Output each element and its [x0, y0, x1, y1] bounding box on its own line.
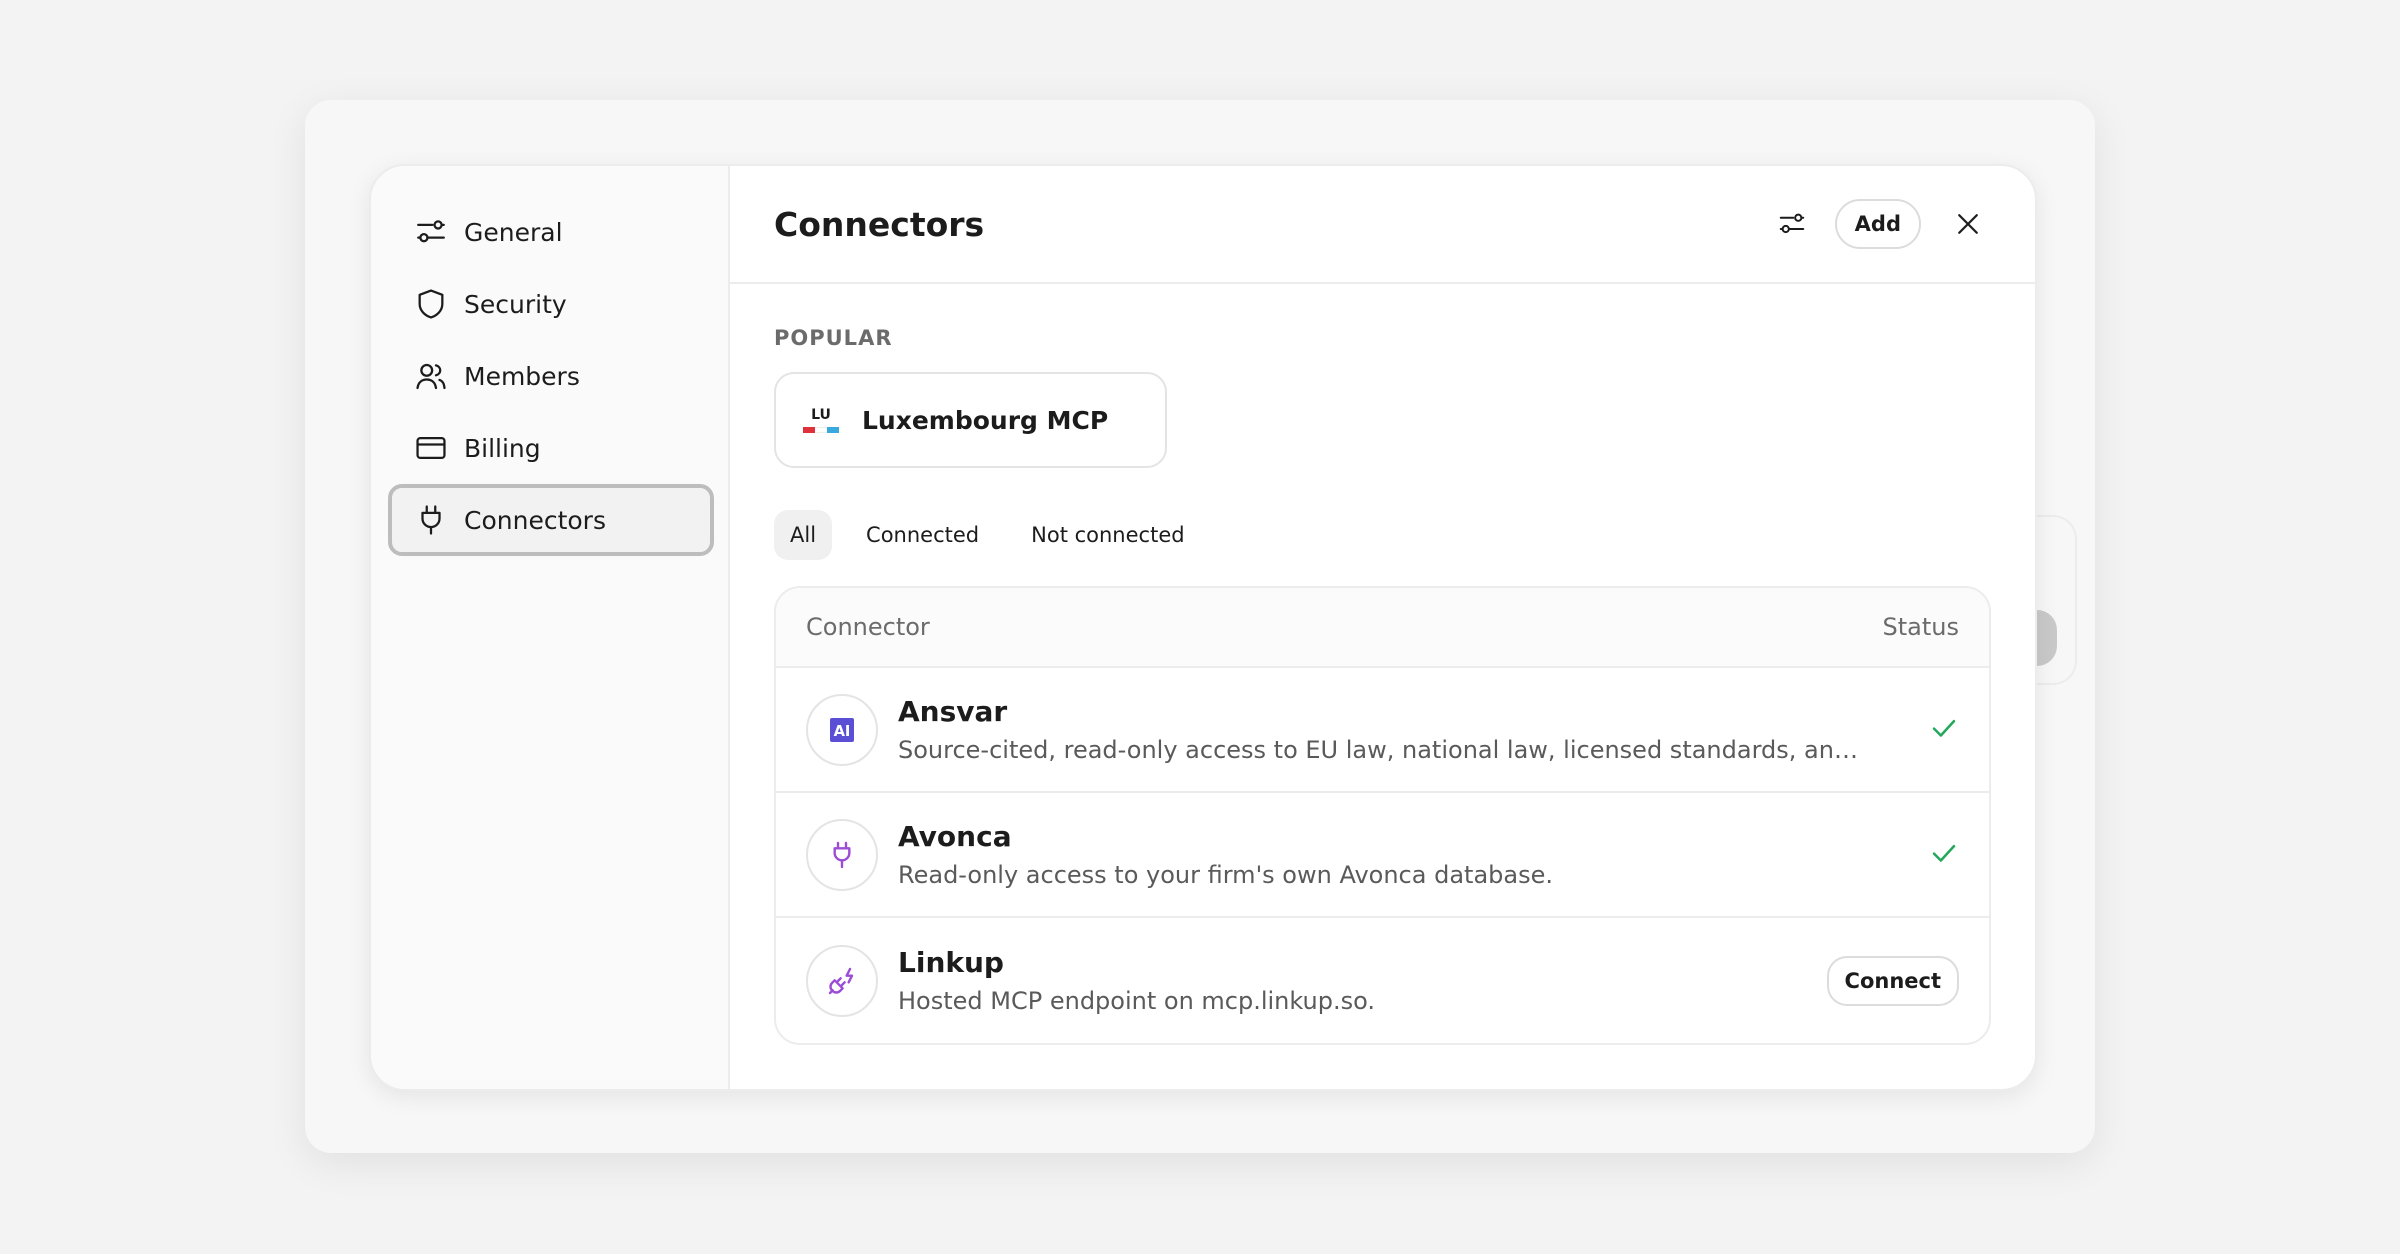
table-row[interactable]: Linkup Hosted MCP endpoint on mcp.linkup…	[776, 918, 1989, 1043]
sidebar-item-label: Billing	[464, 433, 541, 463]
main-panel: Connectors Add POPULAR LU Luxembourg MCP…	[730, 166, 2035, 1089]
add-button[interactable]: Add	[1834, 199, 1921, 249]
connect-button[interactable]: Connect	[1826, 955, 1959, 1006]
sidebar-item-general[interactable]: General	[388, 196, 714, 268]
sidebar-item-label: Security	[464, 289, 567, 319]
connector-description: Source-cited, read-only access to EU law…	[898, 736, 1869, 764]
close-icon	[1958, 214, 1978, 234]
credit-card-icon	[414, 431, 448, 465]
tab-connected[interactable]: Connected	[848, 510, 997, 560]
filter-settings-button[interactable]	[1769, 201, 1815, 247]
status-cell	[1869, 713, 1959, 747]
sidebar-item-label: General	[464, 217, 563, 247]
plug-zap-icon	[806, 944, 878, 1017]
settings-modal: General Security Members Billing Connect…	[369, 164, 2037, 1091]
panel-header: Connectors Add	[730, 166, 2035, 284]
sidebar: General Security Members Billing Connect…	[371, 166, 730, 1089]
connector-name: Ansvar	[898, 695, 1008, 728]
connector-name: Avonca	[898, 820, 1012, 853]
tab-all[interactable]: All	[774, 510, 833, 560]
sidebar-item-members[interactable]: Members	[388, 340, 714, 412]
shield-icon	[414, 287, 448, 321]
sidebar-item-security[interactable]: Security	[388, 268, 714, 340]
filter-tabs: All Connected Not connected	[774, 510, 1991, 560]
connectors-table: Connector Status AI Ansvar Source-cited,…	[774, 586, 1991, 1045]
connector-description: Hosted MCP endpoint on mcp.linkup.so.	[898, 987, 1376, 1015]
popular-connector-name: Luxembourg MCP	[862, 405, 1109, 435]
close-button[interactable]	[1945, 201, 1991, 247]
table-row[interactable]: AI Ansvar Source-cited, read-only access…	[776, 668, 1989, 793]
connector-description: Read-only access to your firm's own Avon…	[898, 861, 1553, 889]
sidebar-item-billing[interactable]: Billing	[388, 412, 714, 484]
column-header-connector: Connector	[806, 613, 930, 641]
page-title: Connectors	[774, 204, 985, 244]
status-cell: Connect	[1826, 955, 1959, 1006]
sliders-icon	[1779, 213, 1804, 234]
plug-icon	[806, 818, 878, 891]
section-label-popular: POPULAR	[774, 326, 893, 350]
table-header: Connector Status	[776, 588, 1989, 668]
check-icon	[1929, 838, 1959, 872]
connector-name: Linkup	[898, 946, 1004, 979]
popular-connector-card[interactable]: LU Luxembourg MCP	[774, 372, 1167, 468]
ai-icon: AI	[806, 693, 878, 766]
sliders-icon	[414, 215, 448, 249]
users-icon	[414, 359, 448, 393]
svg-text:AI: AI	[834, 723, 851, 740]
check-icon	[1929, 713, 1959, 747]
plug-icon	[414, 503, 448, 537]
status-cell	[1869, 838, 1959, 872]
table-row[interactable]: Avonca Read-only access to your firm's o…	[776, 793, 1989, 918]
sidebar-item-connectors[interactable]: Connectors	[388, 484, 714, 556]
column-header-status: Status	[1882, 613, 1959, 641]
tab-not-connected[interactable]: Not connected	[1013, 510, 1202, 560]
sidebar-item-label: Members	[464, 361, 580, 391]
panel-content: POPULAR LU Luxembourg MCP All Connected …	[730, 284, 2035, 1045]
sidebar-item-label: Connectors	[464, 505, 606, 535]
luxembourg-logo-icon: LU	[802, 401, 840, 439]
